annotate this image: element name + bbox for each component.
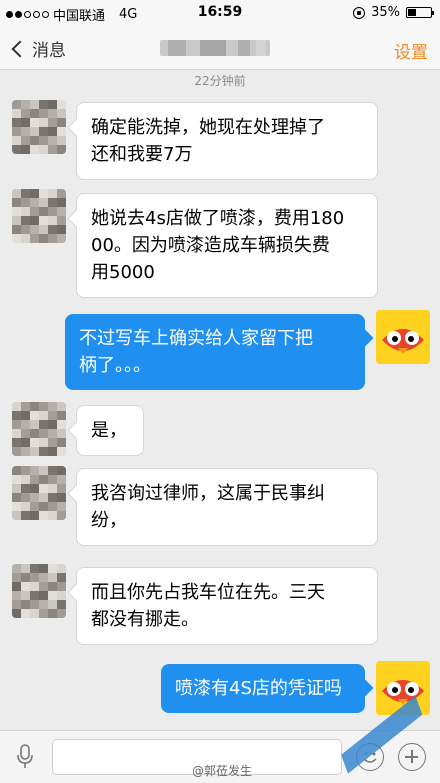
message-text-line: 用5000: [91, 262, 155, 283]
message-text-line: 我咨询过律师，这属于民事纠: [91, 483, 325, 504]
message-text-line: 纷，: [91, 510, 127, 531]
incoming-message-bubble[interactable]: 而且你先占我车位在先。三天 都没有挪走。: [76, 567, 378, 645]
message-timestamp: 22分钟前: [194, 74, 246, 88]
battery-icon: [406, 7, 434, 18]
chevron-left-icon: [11, 40, 29, 57]
incoming-message-bubble[interactable]: 她说去4s店做了喷漆，费用180 00。因为喷漆造成车辆损失费 用5000: [76, 193, 378, 298]
contact-avatar[interactable]: [12, 466, 66, 520]
contact-avatar[interactable]: [12, 564, 66, 618]
back-label: 消息: [32, 41, 66, 61]
incoming-message-bubble[interactable]: 确定能洗掉，她现在处理掉了 还和我要7万: [76, 102, 378, 180]
message-text-line: 还和我要7万: [91, 144, 193, 165]
settings-button[interactable]: 设置: [394, 38, 428, 63]
message-text-line: 00。因为喷漆造成车辆损失费: [91, 235, 330, 256]
message-text-line: 她说去4s店做了喷漆，费用180: [91, 208, 345, 229]
contact-avatar[interactable]: [12, 100, 66, 154]
contact-avatar[interactable]: [12, 402, 66, 456]
rotation-lock-icon: [353, 6, 366, 19]
contact-name-blurred: [160, 40, 270, 56]
outgoing-message-bubble[interactable]: 不过写车上确实给人家留下把 柄了。。。: [65, 314, 365, 390]
credit-text: @郭莅发生: [192, 764, 253, 778]
incoming-message-bubble[interactable]: 我咨询过律师，这属于民事纠 纷，: [76, 468, 378, 546]
battery-percent: 35%: [371, 5, 400, 20]
incoming-message-bubble[interactable]: 是，: [76, 405, 144, 456]
message-text-line: 柄了。。。: [79, 355, 151, 376]
microphone-icon[interactable]: [14, 743, 36, 771]
message-text-line: 都没有挪走。: [91, 609, 199, 630]
message-text-line: 而且你先占我车位在先。三天: [91, 582, 325, 603]
message-text-line: 不过写车上确实给人家留下把: [79, 328, 313, 349]
status-right: 35%: [353, 5, 434, 20]
back-button[interactable]: 消息: [10, 36, 66, 61]
outgoing-message-bubble[interactable]: 喷漆有4S店的凭证吗: [161, 664, 365, 713]
message-text-line: 确定能洗掉，她现在处理掉了: [91, 117, 325, 138]
user-avatar[interactable]: [376, 310, 430, 364]
message-text-line: 是，: [91, 420, 127, 441]
message-text-line: 喷漆有4S店的凭证吗: [175, 678, 342, 699]
status-bar: 中国联通 4G 16:59 35%: [0, 0, 440, 26]
nav-bar: 消息 设置: [0, 26, 440, 70]
contact-avatar[interactable]: [12, 189, 66, 243]
